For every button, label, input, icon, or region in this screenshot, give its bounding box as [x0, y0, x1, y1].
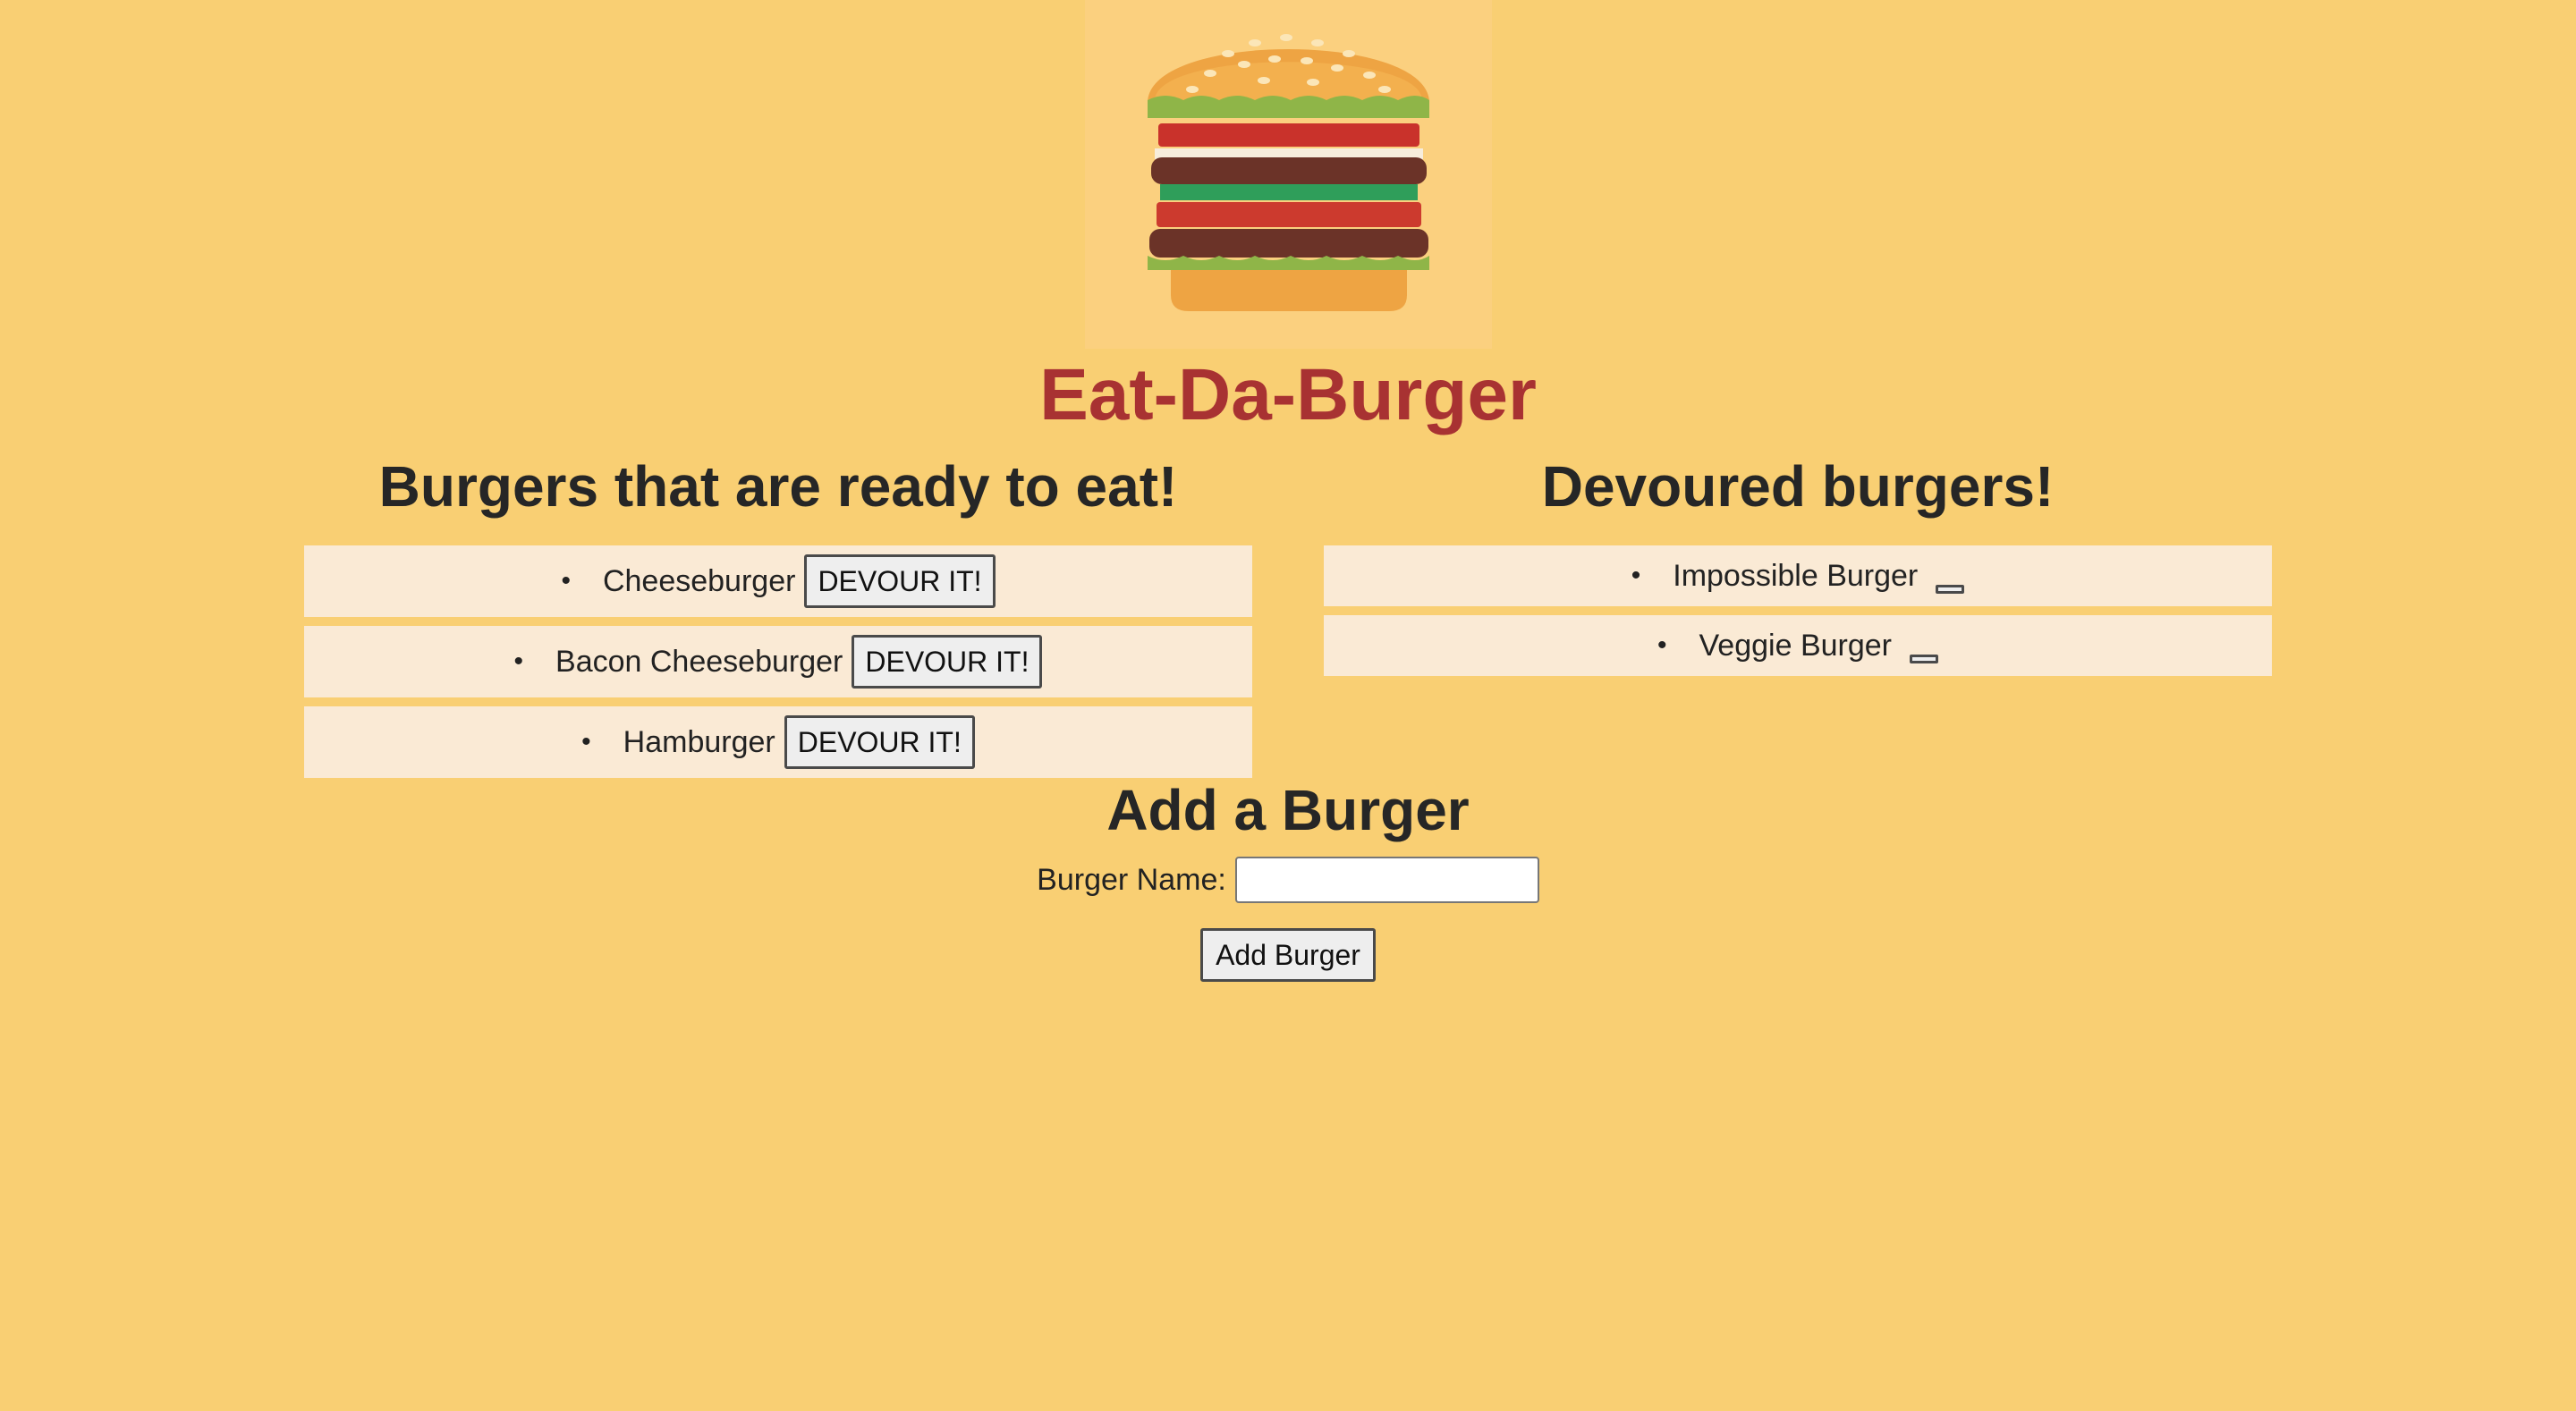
- burger-name: Cheeseburger: [602, 563, 796, 598]
- bullet-icon: •: [1657, 630, 1667, 660]
- burger-name: Bacon Cheeseburger: [555, 644, 843, 679]
- devoured-burger-item: • Veggie Burger: [1324, 615, 2272, 676]
- devoured-heading: Devoured burgers!: [1541, 454, 2055, 519]
- ready-burger-list: • Cheeseburger DEVOUR IT! • Bacon Cheese…: [304, 545, 1252, 778]
- bullet-icon: •: [581, 727, 591, 756]
- empty-button[interactable]: [1936, 585, 1965, 594]
- burger-name: Impossible Burger: [1673, 558, 1919, 593]
- ready-heading: Burgers that are ready to eat!: [378, 454, 1178, 519]
- burger-logo-icon: [1148, 34, 1429, 311]
- add-burger-section: Add a Burger Burger Name: Add Burger: [0, 774, 2576, 982]
- add-burger-heading: Add a Burger: [1106, 778, 1470, 842]
- devoured-section: Devoured burgers! • Impossible Burger • …: [1324, 447, 2272, 685]
- ready-burger-item: • Cheeseburger DEVOUR IT!: [304, 545, 1252, 617]
- bullet-icon: •: [513, 646, 524, 676]
- devour-button[interactable]: DEVOUR IT!: [784, 715, 975, 769]
- devoured-burger-item: • Impossible Burger: [1324, 545, 2272, 606]
- burger-name-label: Burger Name:: [1037, 862, 1226, 897]
- burger-name: Hamburger: [623, 724, 775, 759]
- burger-logo: [1085, 0, 1492, 349]
- app-title: Eat-Da-Burger: [1039, 354, 1537, 435]
- devour-button[interactable]: DEVOUR IT!: [852, 635, 1043, 689]
- ready-to-eat-section: Burgers that are ready to eat! • Cheeseb…: [304, 447, 1252, 787]
- ready-burger-item: • Bacon Cheeseburger DEVOUR IT!: [304, 626, 1252, 697]
- burger-name-input[interactable]: [1234, 857, 1539, 903]
- empty-button[interactable]: [1910, 655, 1938, 663]
- burger-name: Veggie Burger: [1699, 628, 1893, 663]
- bullet-icon: •: [561, 566, 571, 596]
- submit-row: Add Burger: [0, 928, 2576, 982]
- add-burger-button[interactable]: Add Burger: [1200, 928, 1376, 982]
- devour-button[interactable]: DEVOUR IT!: [804, 554, 996, 608]
- ready-burger-item: • Hamburger DEVOUR IT!: [304, 706, 1252, 778]
- bullet-icon: •: [1631, 561, 1641, 590]
- devoured-burger-list: • Impossible Burger • Veggie Burger: [1324, 545, 2272, 676]
- burger-name-row: Burger Name:: [0, 857, 2576, 903]
